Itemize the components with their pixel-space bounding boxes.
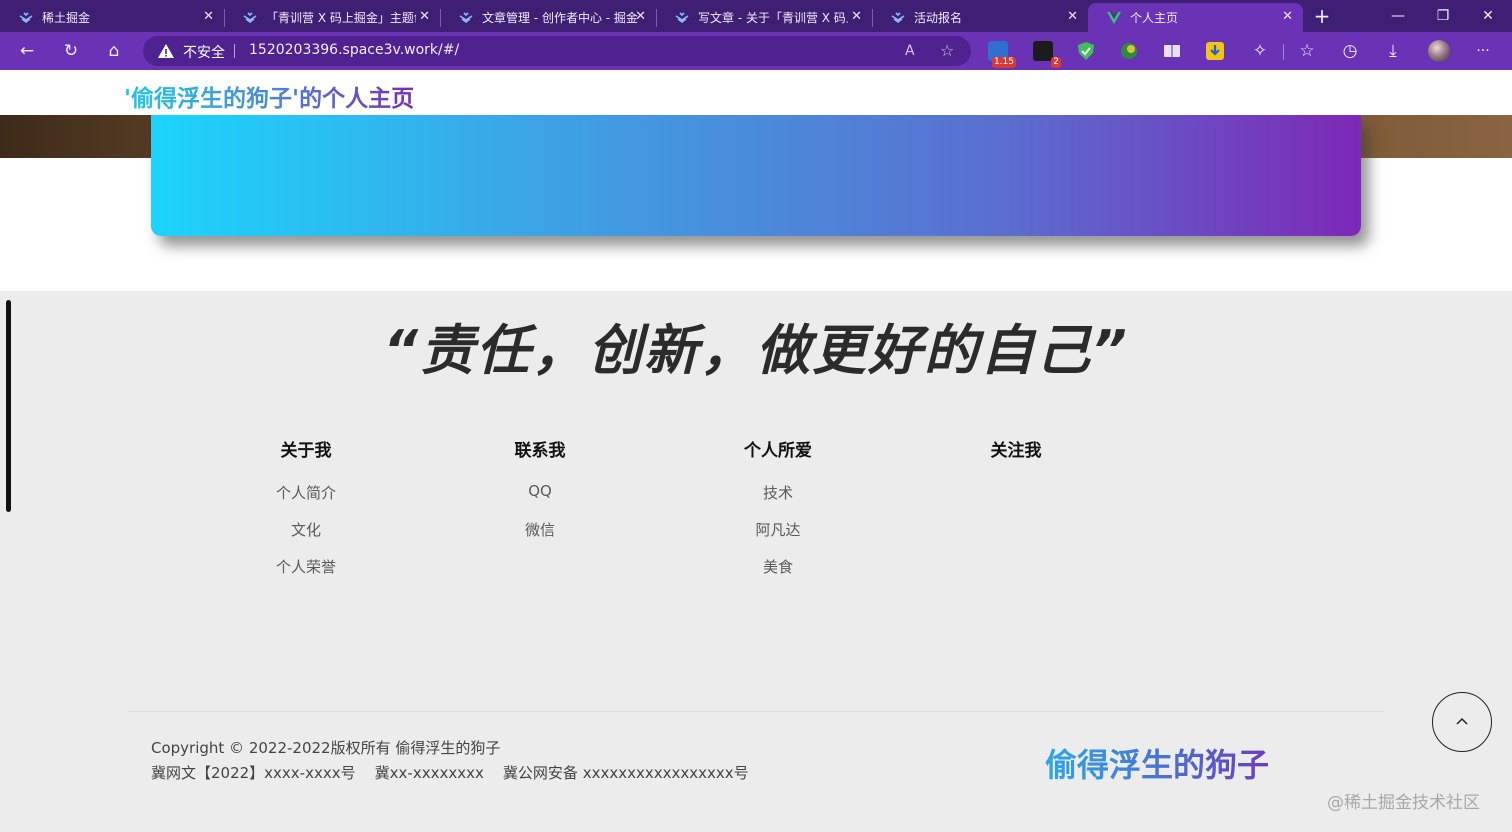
tab-juejin[interactable]: 稀土掘金 ✕: [0, 3, 225, 32]
page-viewport: '偷得浮生的狗子'的个人主页 “责任，创新，做更好的自己” 关于我 个人简介 文…: [0, 70, 1512, 832]
watermark: @稀土掘金技术社区: [1327, 793, 1480, 813]
tab-article-management[interactable]: 文章管理 - 创作者中心 - 掘金 ✕: [440, 3, 657, 32]
tab-qingxunying[interactable]: 「青训营 X 码上掘金」主题创 ✕: [224, 3, 441, 32]
home-icon[interactable]: ⌂: [101, 39, 127, 63]
footer-column-title: 关注我: [990, 441, 1042, 461]
favorites-icon[interactable]: ☆: [1294, 39, 1320, 63]
extension-badge: 2: [1051, 57, 1061, 68]
extensions-puzzle-icon[interactable]: ✧: [1247, 39, 1273, 63]
tab-event-signup[interactable]: 活动报名 ✕: [872, 3, 1088, 32]
browser-tab-bar: 稀土掘金 ✕ 「青训营 X 码上掘金」主题创 ✕ 文章管理 - 创作者中心 - …: [0, 0, 1512, 32]
favorite-add-icon[interactable]: ☆: [940, 41, 954, 60]
site-title[interactable]: '偷得浮生的狗子'的个人主页: [124, 79, 414, 113]
tab-title: 「青训营 X 码上掘金」主题创: [266, 11, 416, 25]
footer-brand-name: 偷得浮生的狗子: [1045, 740, 1269, 786]
globe-extension-icon[interactable]: [1119, 41, 1139, 61]
extension-badge: 1.15: [991, 57, 1016, 68]
tab-write-article[interactable]: 写文章 - 关于「青训营 X 码上 ✕: [656, 3, 873, 32]
extension-video-speed-icon[interactable]: 1.15: [988, 41, 1016, 68]
motto-heading: “责任，创新，做更好的自己”: [383, 319, 1129, 382]
footer-link[interactable]: 文化: [216, 519, 396, 556]
close-window-icon[interactable]: ✕: [1466, 4, 1510, 28]
url-text[interactable]: 1520203396.space3v.work/#/: [249, 42, 459, 58]
footer-link[interactable]: 个人荣誉: [216, 556, 396, 593]
copyright-block: Copyright © 2022-2022版权所有 偷得浮生的狗子 冀网文【20…: [151, 736, 749, 786]
reader-icon[interactable]: [1162, 41, 1182, 61]
footer-link[interactable]: QQ: [450, 482, 630, 519]
footer-column-title: 个人所爱: [744, 441, 812, 461]
shield-icon[interactable]: [1076, 41, 1096, 61]
gradient-banner: [151, 115, 1361, 236]
download-icon[interactable]: ⤓: [1380, 39, 1406, 63]
close-icon[interactable]: ✕: [1067, 9, 1078, 24]
toolbar-divider: [1283, 44, 1284, 60]
insecure-label[interactable]: 不安全: [183, 42, 225, 62]
back-to-top-button[interactable]: [1432, 692, 1492, 752]
site-header: '偷得浮生的狗子'的个人主页: [0, 70, 1512, 115]
footer-divider: [128, 711, 1384, 712]
footer-column-about: 关于我 个人简介 文化 个人荣誉: [216, 436, 396, 593]
history-icon[interactable]: ◷: [1337, 39, 1363, 63]
refresh-icon[interactable]: ↻: [58, 39, 84, 63]
footer-column-contact: 联系我 QQ 微信: [450, 436, 630, 556]
footer-column-hobbies: 个人所爱 技术 阿凡达 美食: [688, 436, 868, 593]
tab-title: 个人主页: [1130, 11, 1179, 25]
footer-column-title: 联系我: [514, 441, 566, 461]
footer-link[interactable]: 技术: [688, 482, 868, 519]
tab-title: 稀土掘金: [42, 11, 91, 25]
juejin-favicon-icon: [675, 11, 689, 23]
back-icon[interactable]: ←: [14, 39, 40, 63]
omnibox-divider: [234, 44, 235, 58]
avatar[interactable]: [1428, 40, 1450, 62]
new-tab-button[interactable]: +: [1300, 4, 1344, 28]
vue-favicon-icon: [1107, 11, 1121, 24]
juejin-favicon-icon: [19, 11, 33, 23]
extension-capture-icon[interactable]: 2: [1033, 41, 1061, 68]
footer-column-follow: 关注我: [926, 436, 1106, 461]
tab-title: 活动报名: [914, 11, 963, 25]
minimize-icon[interactable]: —: [1376, 4, 1420, 28]
read-aloud-icon[interactable]: A: [905, 43, 915, 59]
chevron-up-icon: [1455, 717, 1468, 725]
close-icon[interactable]: ✕: [1282, 9, 1293, 24]
warning-icon: [158, 44, 174, 58]
browser-toolbar: ← ↻ ⌂ 不安全 1520203396.space3v.work/#/ A ☆…: [0, 32, 1512, 70]
close-icon[interactable]: ✕: [851, 9, 862, 24]
juejin-favicon-icon: [891, 11, 905, 23]
address-bar[interactable]: 不安全 1520203396.space3v.work/#/ A ☆: [143, 36, 971, 66]
footer-link[interactable]: 美食: [688, 556, 868, 593]
copyright-text: Copyright © 2022-2022版权所有 偷得浮生的狗子: [151, 739, 501, 757]
tab-title: 文章管理 - 创作者中心 - 掘金: [482, 11, 638, 25]
close-icon[interactable]: ✕: [419, 9, 430, 24]
footer-link[interactable]: 微信: [450, 519, 630, 556]
footer-column-title: 关于我: [280, 441, 332, 461]
close-icon[interactable]: ✕: [635, 9, 646, 24]
restore-icon[interactable]: ❐: [1421, 4, 1465, 28]
download-extension-icon[interactable]: [1205, 41, 1225, 61]
close-icon[interactable]: ✕: [203, 9, 214, 24]
tab-title: 写文章 - 关于「青训营 X 码上: [698, 11, 848, 25]
license-text: 冀网文【2022】xxxx-xxxx号 冀xx-xxxxxxxx 冀公网安备 x…: [151, 764, 749, 782]
juejin-favicon-icon: [459, 11, 473, 23]
footer-link[interactable]: 个人简介: [216, 482, 396, 519]
footer-link[interactable]: 阿凡达: [688, 519, 868, 556]
more-options-icon[interactable]: ···: [1470, 39, 1496, 63]
juejin-favicon-icon: [243, 11, 257, 23]
tab-personal-home[interactable]: 个人主页 ✕: [1088, 3, 1303, 32]
